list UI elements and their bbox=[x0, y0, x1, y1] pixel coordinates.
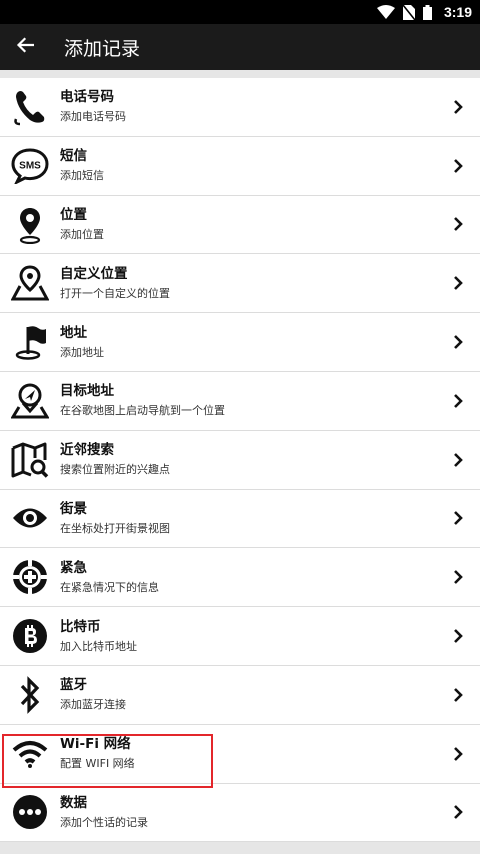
item-title: 蓝牙 bbox=[60, 677, 87, 694]
item-subtitle: 配置 WIFI 网络 bbox=[60, 757, 135, 771]
emergency-icon bbox=[0, 548, 60, 606]
chevron-right-icon bbox=[436, 510, 480, 526]
item-title: 目标地址 bbox=[60, 383, 114, 400]
item-title: Wi-Fi 网络 bbox=[60, 736, 131, 753]
chevron-right-icon bbox=[436, 746, 480, 762]
item-subtitle: 添加个性话的记录 bbox=[60, 815, 148, 829]
chevron-right-icon bbox=[436, 569, 480, 585]
list-item-location[interactable]: 位置 添加位置 bbox=[0, 195, 480, 255]
sms-icon: SMS bbox=[0, 137, 60, 195]
chevron-right-icon bbox=[436, 158, 480, 174]
item-title: 电话号码 bbox=[60, 89, 114, 106]
item-subtitle: 在紧急情况下的信息 bbox=[60, 580, 159, 594]
list-item-street-view[interactable]: 街景 在坐标处打开街景视图 bbox=[0, 489, 480, 549]
chevron-right-icon bbox=[436, 804, 480, 820]
item-title: 位置 bbox=[60, 206, 87, 223]
chevron-right-icon bbox=[436, 216, 480, 232]
navigation-icon bbox=[0, 372, 60, 430]
sms-icon-text: SMS bbox=[19, 160, 41, 171]
back-button[interactable] bbox=[0, 24, 50, 70]
flag-icon bbox=[0, 313, 60, 371]
eye-icon bbox=[0, 489, 60, 547]
chevron-right-icon bbox=[436, 275, 480, 291]
map-pin-icon bbox=[0, 254, 60, 312]
list-item-bitcoin[interactable]: 比特币 加入比特币地址 bbox=[0, 607, 480, 666]
bitcoin-icon bbox=[0, 607, 60, 665]
item-subtitle: 搜索位置附近的兴趣点 bbox=[60, 463, 170, 477]
item-title: 地址 bbox=[60, 324, 87, 341]
item-title: 比特币 bbox=[60, 618, 101, 635]
item-subtitle: 添加位置 bbox=[60, 227, 104, 241]
item-title: 近邻搜索 bbox=[60, 442, 114, 459]
item-title: 街景 bbox=[60, 500, 87, 517]
item-subtitle: 加入比特币地址 bbox=[60, 639, 137, 653]
bluetooth-icon bbox=[0, 666, 60, 724]
arrow-left-icon bbox=[16, 37, 35, 57]
list-item-bluetooth[interactable]: 蓝牙 添加蓝牙连接 bbox=[0, 665, 480, 725]
list-item-data[interactable]: 数据 添加个性话的记录 bbox=[0, 783, 480, 843]
item-subtitle: 打开一个自定义的位置 bbox=[60, 286, 170, 300]
item-subtitle: 添加短信 bbox=[60, 169, 104, 183]
status-time: 3:19 bbox=[443, 4, 472, 20]
wifi-signal-icon bbox=[376, 5, 395, 19]
record-type-list: 电话号码 添加电话号码 SMS 短信 添加短信 位置 添加位置 自定义位置 打开… bbox=[0, 78, 480, 843]
page-title: 添加记录 bbox=[64, 37, 141, 60]
chevron-right-icon bbox=[436, 628, 480, 644]
location-pin-icon bbox=[0, 196, 60, 254]
item-title: 数据 bbox=[60, 794, 87, 811]
item-subtitle: 在坐标处打开街景视图 bbox=[60, 521, 170, 535]
wifi-icon bbox=[0, 725, 60, 783]
list-item-address[interactable]: 地址 添加地址 bbox=[0, 313, 480, 372]
chevron-right-icon bbox=[436, 687, 480, 703]
map-search-icon bbox=[0, 431, 60, 489]
list-item-emergency[interactable]: 紧急 在紧急情况下的信息 bbox=[0, 548, 480, 608]
battery-icon bbox=[422, 4, 432, 20]
chevron-right-icon bbox=[436, 452, 480, 468]
list-item-custom-location[interactable]: 自定义位置 打开一个自定义的位置 bbox=[0, 254, 480, 314]
item-subtitle: 添加蓝牙连接 bbox=[60, 698, 126, 712]
chevron-right-icon bbox=[436, 334, 480, 350]
chevron-right-icon bbox=[436, 393, 480, 409]
no-sim-icon bbox=[402, 4, 415, 20]
item-subtitle: 添加地址 bbox=[60, 345, 104, 359]
app-bar: 添加记录 bbox=[0, 24, 480, 70]
status-bar: 3:19 bbox=[0, 0, 480, 24]
item-title: 紧急 bbox=[60, 559, 87, 576]
item-subtitle: 在谷歌地图上启动导航到一个位置 bbox=[60, 404, 225, 418]
list-item-phone[interactable]: 电话号码 添加电话号码 bbox=[0, 78, 480, 137]
more-dots-icon bbox=[0, 783, 60, 841]
chevron-right-icon bbox=[436, 99, 480, 115]
item-title: 自定义位置 bbox=[60, 265, 128, 282]
item-subtitle: 添加电话号码 bbox=[60, 110, 126, 124]
item-title: 短信 bbox=[60, 148, 87, 165]
list-item-destination[interactable]: 目标地址 在谷歌地图上启动导航到一个位置 bbox=[0, 371, 480, 431]
phone-icon bbox=[0, 78, 60, 136]
list-item-nearby-search[interactable]: 近邻搜索 搜索位置附近的兴趣点 bbox=[0, 430, 480, 490]
list-item-wifi[interactable]: Wi-Fi 网络 配置 WIFI 网络 bbox=[0, 724, 480, 784]
list-item-sms[interactable]: SMS 短信 添加短信 bbox=[0, 136, 480, 196]
